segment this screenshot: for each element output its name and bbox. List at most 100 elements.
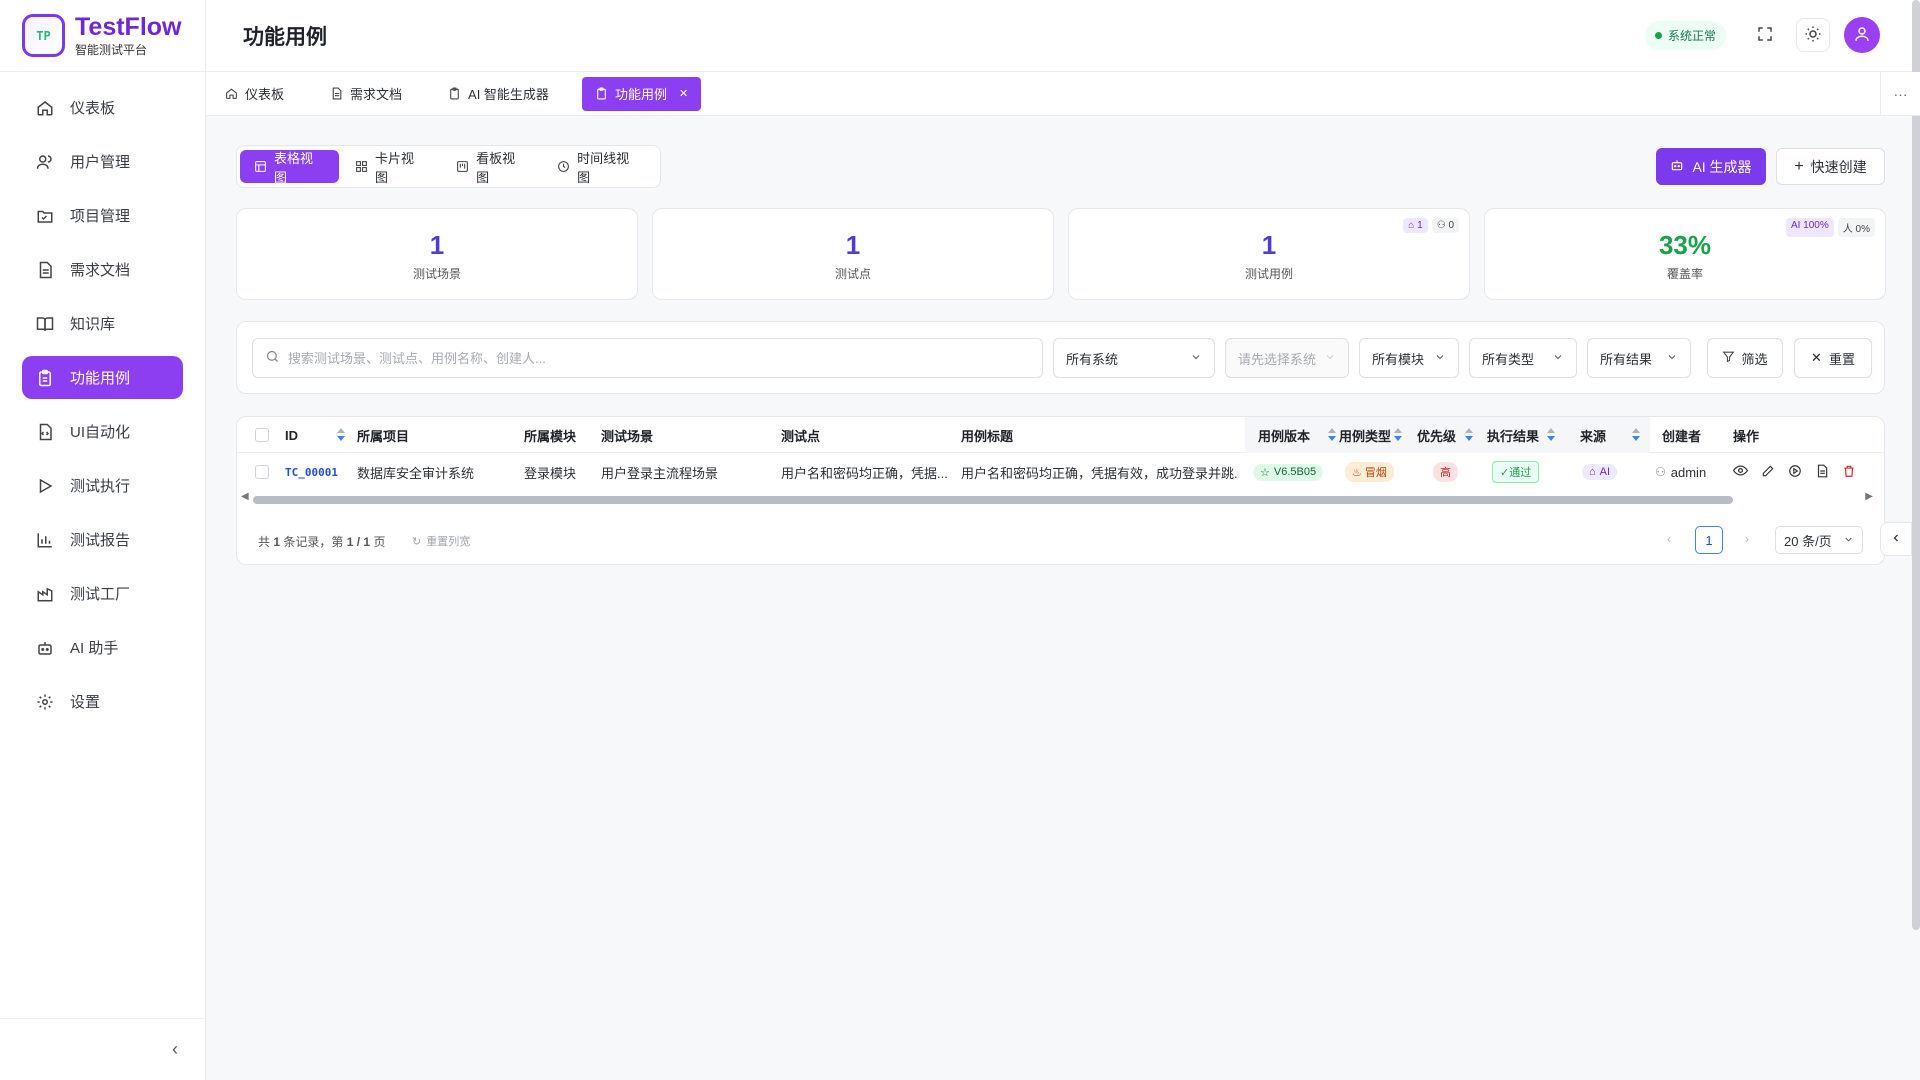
scrollbar-thumb[interactable]: [253, 496, 1733, 504]
sidebar-item-ui-automation[interactable]: UI自动化: [22, 410, 183, 453]
checkbox[interactable]: [255, 465, 269, 479]
sidebar-item-settings[interactable]: 设置: [22, 680, 183, 723]
column-header-module[interactable]: 所属模块: [524, 417, 576, 453]
sidebar-item-dashboard[interactable]: 仪表板: [22, 86, 183, 129]
close-icon[interactable]: ✕: [679, 87, 688, 100]
sidebar-item-functional-cases[interactable]: 功能用例: [22, 356, 183, 399]
system-select[interactable]: 所有系统: [1053, 338, 1215, 378]
page-number-current[interactable]: 1: [1695, 526, 1723, 554]
table-icon: [254, 160, 267, 173]
column-label: 测试场景: [601, 428, 654, 444]
column-header-version[interactable]: 用例版本: [1258, 417, 1340, 453]
tabs-more-button[interactable]: ···: [1880, 72, 1920, 116]
table-row[interactable]: TC_00001 数据库安全审计系统 登录模块 用户登录主流程场景 用户名和密码…: [237, 453, 1884, 491]
copy-icon[interactable]: [1815, 464, 1829, 481]
sidebar-item-label: 测试报告: [70, 532, 131, 549]
result-select[interactable]: 所有结果: [1587, 338, 1691, 378]
column-header-priority[interactable]: 优先级: [1417, 417, 1477, 453]
prev-page-icon[interactable]: ‹: [1667, 532, 1671, 546]
sidebar-item-projects[interactable]: 项目管理: [22, 194, 183, 237]
plus-icon: +: [1794, 157, 1804, 175]
checkbox[interactable]: [255, 428, 269, 442]
column-header-result[interactable]: 执行结果: [1487, 417, 1561, 453]
table-horizontal-scrollbar[interactable]: ◀ ▶: [241, 491, 1873, 505]
chevron-left-icon[interactable]: ◀: [241, 491, 249, 502]
table-header: ID 所属项目 所属模块 测试场景 测试点 用例标题 用例版本 用例类型 优先级…: [237, 417, 1884, 453]
execute-icon[interactable]: [1788, 464, 1802, 481]
bar-chart-icon: [36, 531, 54, 549]
stat-card-coverage: AI 100% 人 0% 33% 覆盖率: [1484, 208, 1886, 300]
column-header-title[interactable]: 用例标题: [961, 417, 1013, 453]
view-timeline-button[interactable]: 时间线视图: [543, 150, 655, 185]
view-table-button[interactable]: 表格视图: [240, 150, 340, 185]
sidebar-item-users[interactable]: 用户管理: [22, 140, 183, 183]
filter-button[interactable]: 筛选: [1707, 338, 1783, 378]
tab-requirements[interactable]: 需求文档: [317, 77, 415, 111]
sort-icon[interactable]: [1394, 428, 1402, 442]
column-header-project[interactable]: 所属项目: [357, 417, 409, 453]
page-size-select[interactable]: 20 条/页: [1775, 526, 1863, 554]
sidebar-nav: 仪表板 用户管理 项目管理 需求文档 知识库 功能用例 UI自动化 测试执行 测…: [0, 72, 205, 748]
user-avatar[interactable]: [1844, 17, 1880, 53]
column-header-scenario[interactable]: 测试场景: [601, 417, 653, 453]
edit-icon[interactable]: [1761, 464, 1775, 481]
quick-create-button[interactable]: + 快速创建: [1776, 148, 1885, 185]
clipboard-icon: [36, 369, 54, 387]
page-scrollbar[interactable]: [1912, 0, 1920, 930]
view-label: 看板视图: [476, 150, 516, 185]
ai-count-badge: ⌂ 1: [1403, 218, 1428, 233]
search-input[interactable]: [288, 350, 988, 366]
sort-icon[interactable]: [1632, 428, 1640, 442]
type-select[interactable]: 所有类型: [1469, 338, 1577, 378]
view-card-button[interactable]: 卡片视图: [341, 150, 440, 185]
sidebar-item-knowledge[interactable]: 知识库: [22, 302, 183, 345]
robot-icon: ⌂: [1589, 466, 1596, 478]
search-box: [252, 338, 1043, 378]
app-logo[interactable]: TP: [22, 14, 65, 57]
case-id-link[interactable]: TC_00001: [285, 466, 338, 479]
fullscreen-button[interactable]: [1748, 18, 1782, 52]
column-header-point[interactable]: 测试点: [781, 417, 820, 453]
manual-count-badge: ⚇ 0: [1431, 218, 1459, 233]
theme-toggle-button[interactable]: [1796, 18, 1830, 52]
sidebar-item-requirements[interactable]: 需求文档: [22, 248, 183, 291]
sidebar-item-execution[interactable]: 测试执行: [22, 464, 183, 507]
chevron-down-icon: [1552, 351, 1564, 366]
tab-ai-generator[interactable]: AI 智能生成器: [435, 77, 562, 111]
column-header-id[interactable]: ID: [285, 417, 347, 453]
sidebar-collapse-button[interactable]: ‹: [0, 1018, 206, 1080]
sidebar-item-ai-assistant[interactable]: AI 助手: [22, 626, 183, 669]
cell-id[interactable]: TC_00001: [285, 453, 338, 491]
sidebar-item-factory[interactable]: 测试工厂: [22, 572, 183, 615]
header-actions: 系统正常: [1644, 17, 1880, 53]
sort-icon[interactable]: [1547, 428, 1555, 442]
sort-icon[interactable]: [1328, 428, 1336, 442]
right-panel-toggle[interactable]: [1880, 522, 1912, 556]
view-icon[interactable]: [1733, 463, 1749, 481]
chevron-left-icon: ‹: [172, 1039, 178, 1059]
reset-button[interactable]: ✕ 重置: [1794, 338, 1872, 378]
tab-dashboard[interactable]: 仪表板: [212, 77, 297, 111]
module-select[interactable]: 所有模块: [1359, 338, 1459, 378]
column-header-source[interactable]: 来源: [1580, 417, 1646, 453]
tab-label: AI 智能生成器: [468, 87, 549, 102]
subsystem-select[interactable]: 请先选择系统: [1225, 338, 1349, 378]
column-header-type[interactable]: 用例类型: [1339, 417, 1417, 453]
sidebar-item-reports[interactable]: 测试报告: [22, 518, 183, 561]
stat-badges: AI 100% 人 0%: [1782, 218, 1875, 237]
next-page-icon[interactable]: ›: [1745, 532, 1749, 546]
type-value: 冒烟: [1364, 467, 1387, 479]
select-all-checkbox[interactable]: [255, 417, 269, 453]
fullscreen-icon: [1756, 25, 1774, 46]
sort-icon[interactable]: [337, 428, 345, 442]
priority-badge: 高: [1433, 462, 1458, 482]
sidebar-item-label: 需求文档: [70, 262, 131, 279]
ai-generator-button[interactable]: AI 生成器: [1656, 148, 1766, 185]
reset-column-width-button[interactable]: ↻ 重置列宽: [412, 533, 470, 549]
chevron-right-icon[interactable]: ▶: [1865, 491, 1873, 502]
sort-icon[interactable]: [1465, 428, 1473, 442]
view-kanban-button[interactable]: 看板视图: [442, 150, 541, 185]
search-icon: [265, 349, 280, 367]
delete-icon[interactable]: [1842, 464, 1856, 481]
tab-functional-cases[interactable]: 功能用例 ✕: [581, 76, 702, 111]
